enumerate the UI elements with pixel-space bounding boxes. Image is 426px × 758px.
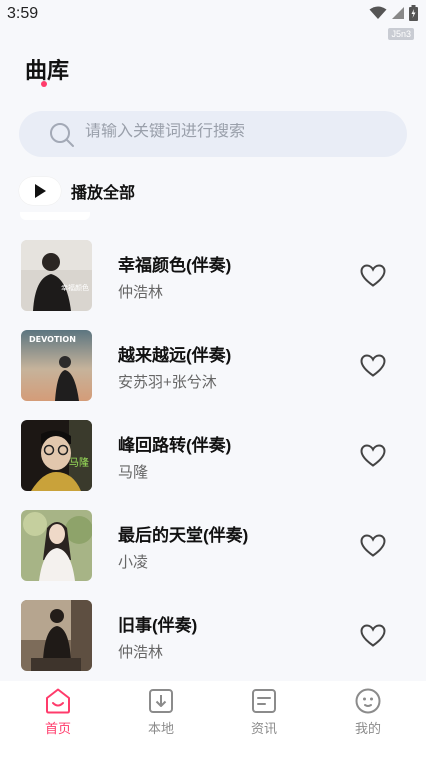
tab-news[interactable]: 资讯 bbox=[224, 687, 304, 737]
song-title: 峰回路转(伴奏) bbox=[118, 436, 232, 455]
page-title: 曲库 bbox=[25, 58, 70, 83]
tab-home[interactable]: 首页 bbox=[18, 687, 98, 737]
song-title: 旧事(伴奏) bbox=[118, 616, 198, 635]
song-item[interactable]: DEVOTION 越来越远(伴奏) 安苏羽+张兮沐 bbox=[0, 330, 426, 420]
search-bar[interactable] bbox=[19, 111, 407, 157]
list-top-edge bbox=[20, 212, 90, 220]
song-artist: 马隆 bbox=[118, 464, 149, 481]
status-bar: 3:59 J5n3 bbox=[0, 0, 426, 40]
heart-icon[interactable] bbox=[360, 264, 386, 288]
song-artist: 仲浩林 bbox=[118, 644, 164, 661]
title-indicator-dot bbox=[41, 81, 47, 87]
battery-icon bbox=[409, 5, 418, 21]
song-title: 最后的天堂(伴奏) bbox=[118, 526, 249, 545]
heart-icon[interactable] bbox=[360, 534, 386, 558]
song-artist: 仲浩林 bbox=[118, 284, 164, 301]
tab-news-label: 资讯 bbox=[250, 721, 277, 736]
song-item[interactable]: 马隆 峰回路转(伴奏) 马隆 bbox=[0, 420, 426, 510]
song-item[interactable]: 旧事(伴奏) 仲浩林 bbox=[0, 600, 426, 690]
tab-local[interactable]: 本地 bbox=[121, 687, 201, 737]
play-all-button[interactable] bbox=[19, 177, 61, 205]
album-cover: DEVOTION bbox=[21, 330, 92, 401]
cover-text: 马隆 bbox=[69, 456, 89, 469]
song-artist: 小凌 bbox=[118, 554, 149, 571]
heart-icon[interactable] bbox=[360, 624, 386, 648]
play-icon bbox=[35, 184, 46, 198]
tab-home-label: 首页 bbox=[44, 721, 71, 736]
album-cover: 马隆 bbox=[21, 420, 92, 491]
play-all-row[interactable]: 播放全部 bbox=[19, 177, 135, 205]
heart-icon[interactable] bbox=[360, 354, 386, 378]
download-icon bbox=[149, 689, 173, 713]
album-cover bbox=[21, 600, 92, 671]
song-artist: 安苏羽+张兮沐 bbox=[118, 374, 217, 391]
album-cover bbox=[21, 510, 92, 581]
cover-text: DEVOTION bbox=[29, 335, 76, 344]
signal-icon bbox=[392, 7, 404, 19]
tab-local-label: 本地 bbox=[147, 721, 174, 736]
wifi-icon bbox=[369, 6, 387, 19]
tab-profile[interactable]: 我的 bbox=[328, 687, 408, 737]
debug-tag: J5n3 bbox=[388, 28, 414, 40]
heart-icon[interactable] bbox=[360, 444, 386, 468]
profile-icon bbox=[355, 688, 381, 714]
status-time: 3:59 bbox=[7, 5, 39, 22]
play-all-label: 播放全部 bbox=[71, 185, 136, 202]
bottom-tab-bar: 首页 本地 资讯 我的 bbox=[0, 681, 426, 758]
home-icon bbox=[46, 688, 70, 714]
album-cover: 幸福颜色 bbox=[21, 240, 92, 311]
song-title: 幸福颜色(伴奏) bbox=[118, 256, 232, 275]
news-icon bbox=[252, 689, 276, 713]
cover-text: 幸福颜色 bbox=[61, 283, 89, 292]
song-item[interactable]: 最后的天堂(伴奏) 小凌 bbox=[0, 510, 426, 600]
search-icon bbox=[50, 123, 74, 147]
search-input[interactable] bbox=[85, 123, 385, 141]
tab-profile-label: 我的 bbox=[354, 721, 381, 736]
song-item[interactable]: 幸福颜色 幸福颜色(伴奏) 仲浩林 bbox=[0, 240, 426, 330]
song-title: 越来越远(伴奏) bbox=[118, 346, 232, 365]
status-icons bbox=[369, 5, 418, 21]
